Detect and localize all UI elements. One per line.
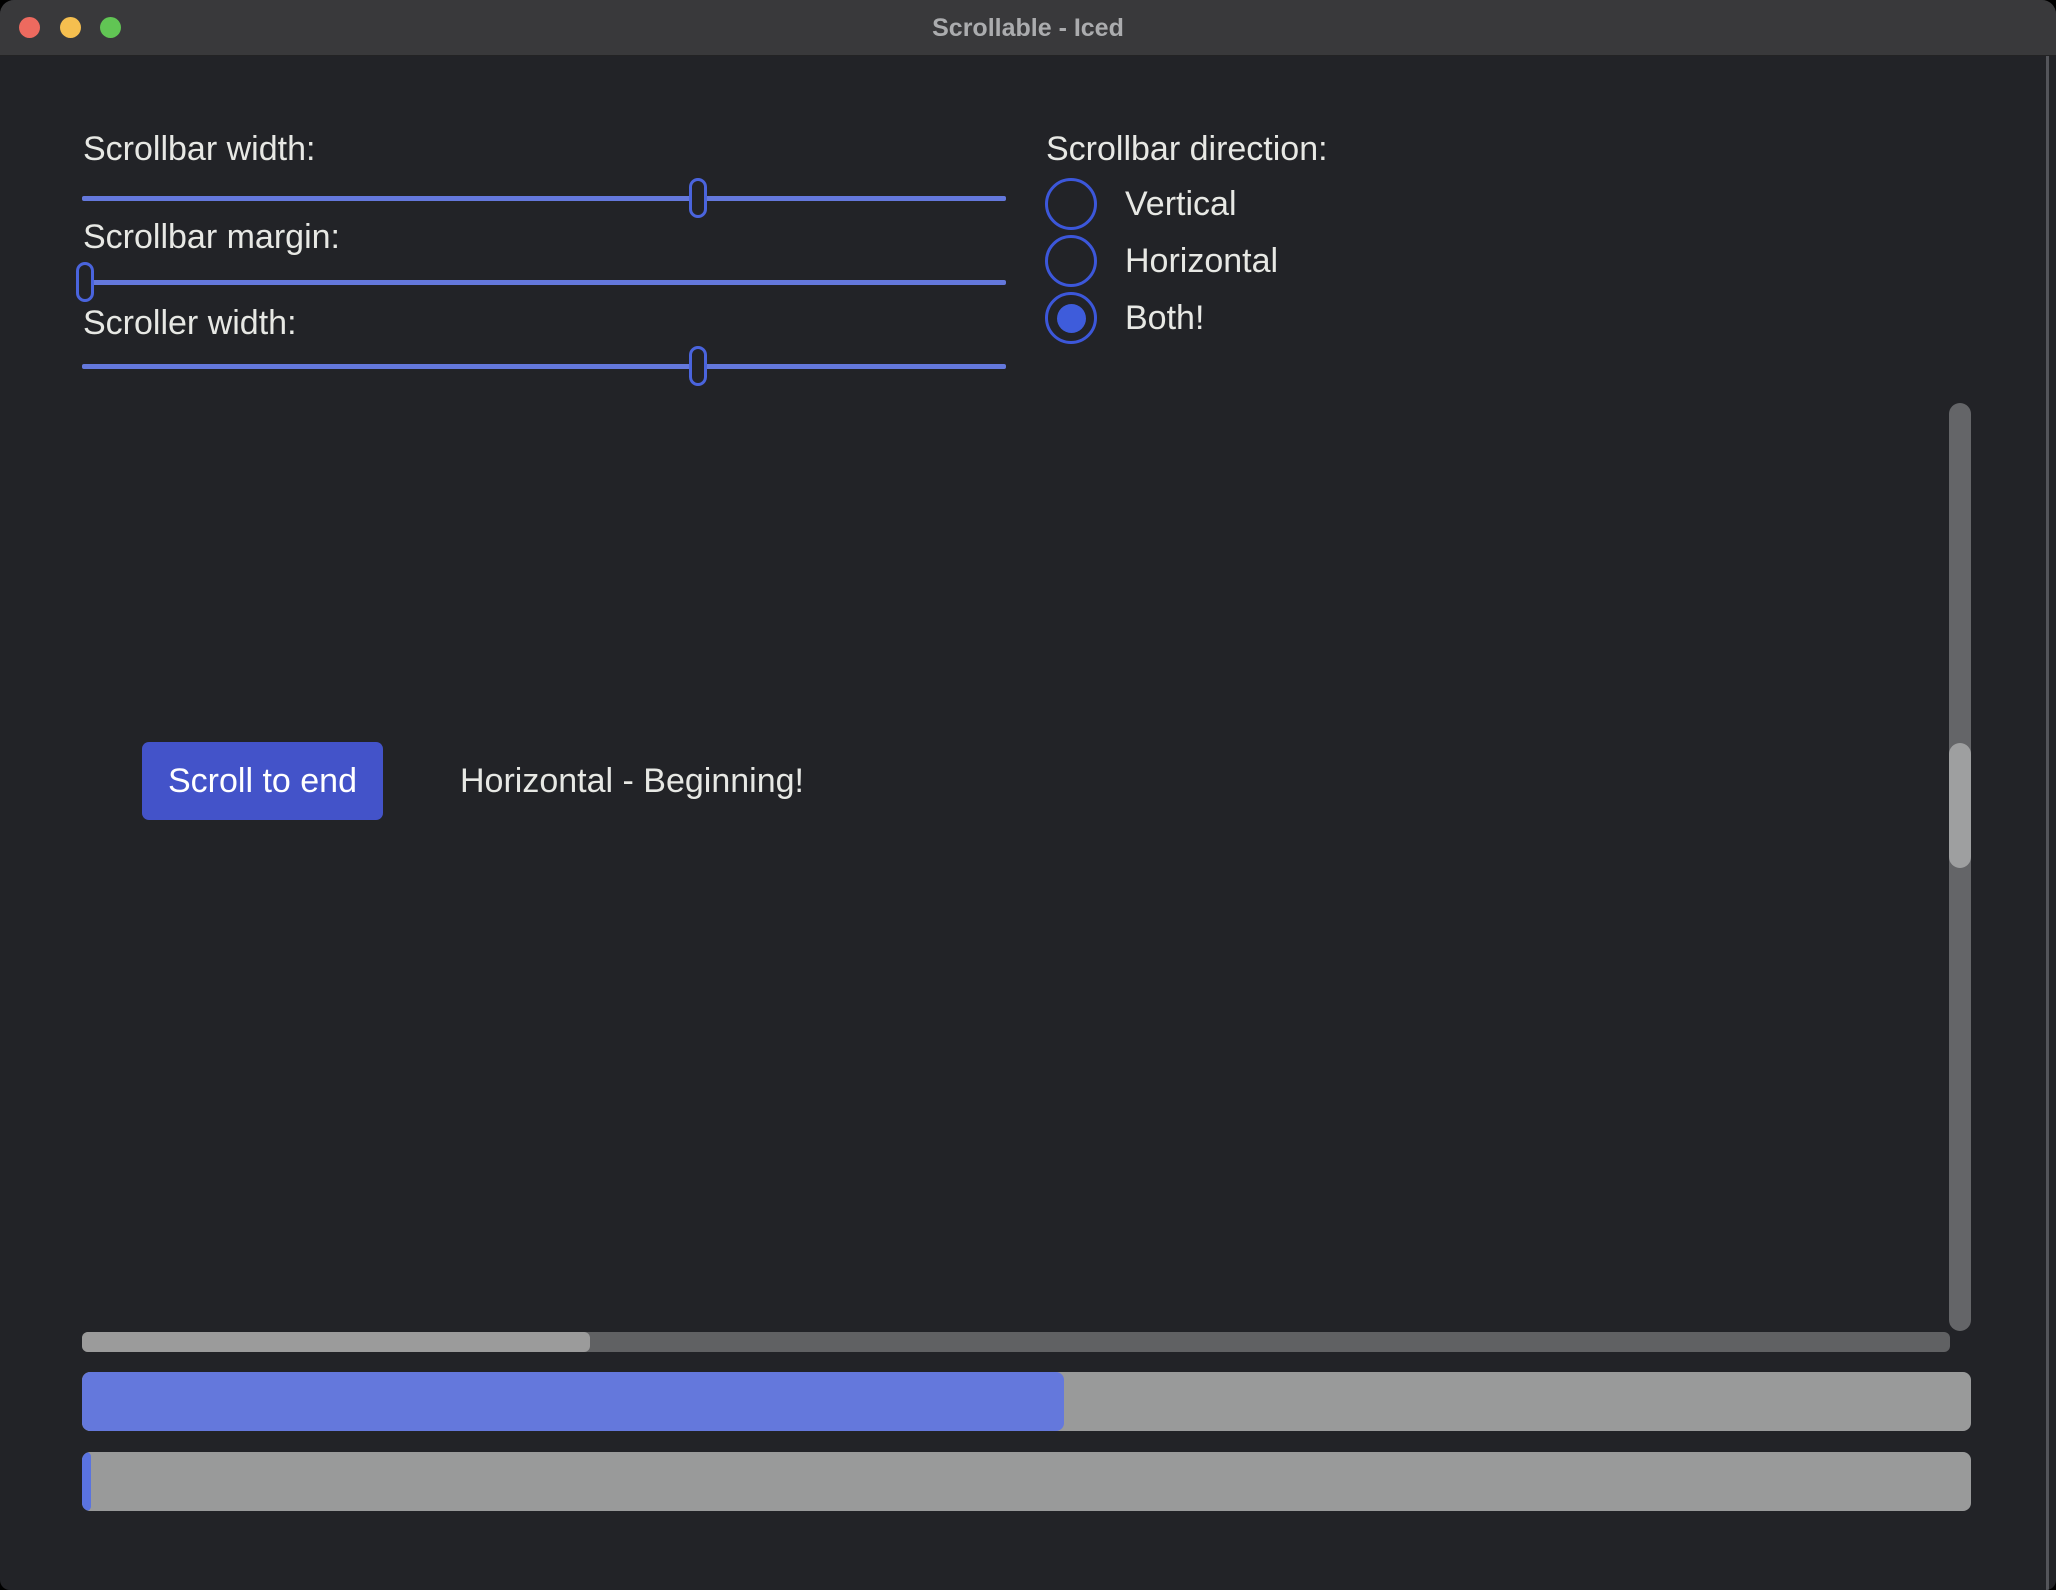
slider-rail[interactable] <box>82 280 1006 285</box>
slider-handle[interactable] <box>689 178 707 218</box>
scroller-width-label: Scroller width: <box>83 304 297 343</box>
scrollbar-margin-label: Scrollbar margin: <box>83 218 340 257</box>
radio-label[interactable]: Both! <box>1125 299 1204 338</box>
title-bar: Scrollable - Iced <box>0 0 2056 56</box>
radio-circle-icon[interactable] <box>1045 292 1097 344</box>
radio-horizontal[interactable]: Horizontal <box>1045 232 1278 290</box>
radio-label[interactable]: Vertical <box>1125 185 1237 224</box>
horizontal-scrollbar[interactable] <box>82 1332 1950 1352</box>
vertical-scrollbar-thumb[interactable] <box>1949 743 1971 868</box>
vertical-scrollbar[interactable] <box>1949 403 1971 1331</box>
progress-fill <box>82 1372 1064 1431</box>
slider-handle[interactable] <box>689 346 707 386</box>
scrollbar-direction-label: Scrollbar direction: <box>1046 130 1328 169</box>
radio-circle-icon[interactable] <box>1045 235 1097 287</box>
horizontal-scrollbar-thumb[interactable] <box>82 1332 590 1352</box>
radio-vertical[interactable]: Vertical <box>1045 175 1237 233</box>
scrollbar-margin-slider[interactable] <box>82 262 1006 302</box>
slider-rail[interactable] <box>82 364 1006 369</box>
scroller-width-slider[interactable] <box>82 346 1006 386</box>
slider-rail[interactable] <box>82 196 1006 201</box>
scroll-status-text: Horizontal - Beginning! <box>460 742 804 820</box>
app-window: Scrollable - Iced Scrollbar width: Scrol… <box>0 0 2056 1590</box>
radio-label[interactable]: Horizontal <box>1125 242 1278 281</box>
radio-circle-icon[interactable] <box>1045 178 1097 230</box>
slider-handle[interactable] <box>76 262 94 302</box>
radio-dot-icon <box>1057 304 1086 333</box>
scrollbar-width-slider[interactable] <box>82 178 1006 218</box>
scroll-to-end-button[interactable]: Scroll to end <box>142 742 383 820</box>
radio-both[interactable]: Both! <box>1045 289 1204 347</box>
scrollbar-width-label: Scrollbar width: <box>83 130 315 169</box>
vertical-progress-bar <box>82 1452 1971 1511</box>
window-title: Scrollable - Iced <box>0 0 2056 56</box>
window-right-border <box>2046 56 2049 1590</box>
horizontal-progress-bar <box>82 1372 1971 1431</box>
progress-fill <box>82 1452 91 1511</box>
